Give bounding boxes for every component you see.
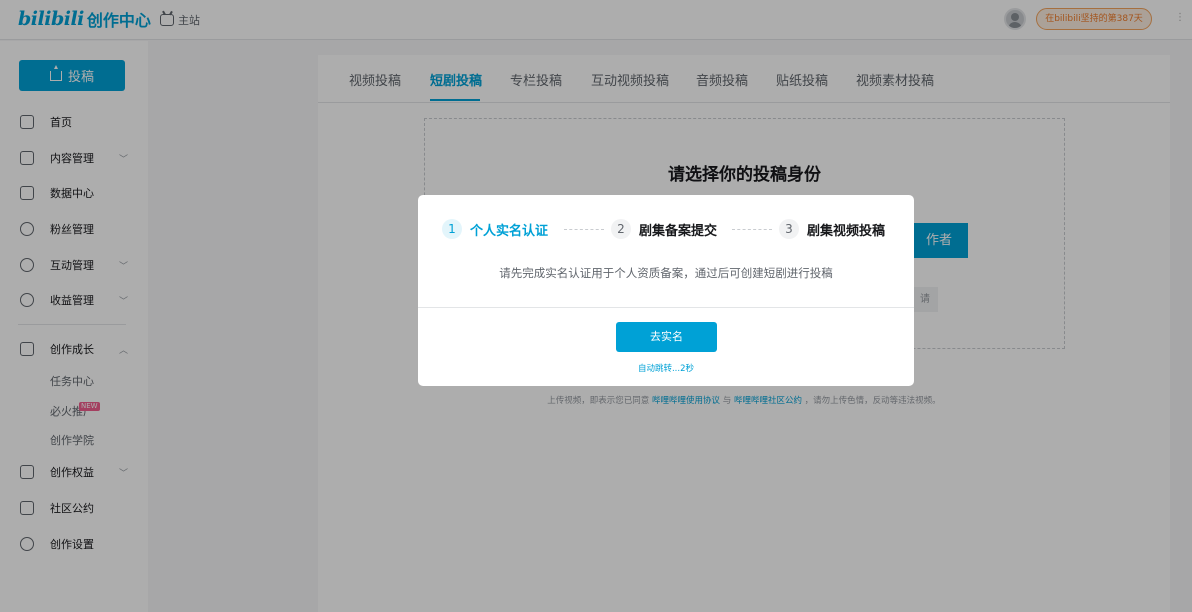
modal-description: 请先完成实名认证用于个人资质备案，通过后可创建短剧进行投稿	[499, 266, 833, 280]
step-label: 剧集备案提交	[639, 223, 718, 239]
step-number: 2	[611, 219, 631, 239]
step-filing: 2 剧集备案提交	[611, 218, 717, 240]
go-realname-button[interactable]: 去实名	[616, 322, 717, 352]
step-number: 3	[779, 219, 799, 239]
step-label: 剧集视频投稿	[807, 223, 886, 239]
step-video-upload: 3 剧集视频投稿	[779, 218, 885, 240]
realname-modal: 1 个人实名认证 2 剧集备案提交 3 剧集视频投稿 请先完成实名认证用于个人资…	[418, 195, 914, 386]
auto-jump-countdown: 自动跳转...2秒	[637, 364, 694, 374]
step-realname: 1 个人实名认证	[442, 218, 548, 240]
step-label: 个人实名认证	[470, 223, 549, 239]
step-connector	[732, 229, 772, 230]
step-number: 1	[442, 219, 462, 239]
step-connector	[564, 229, 604, 230]
modal-divider	[418, 307, 914, 308]
